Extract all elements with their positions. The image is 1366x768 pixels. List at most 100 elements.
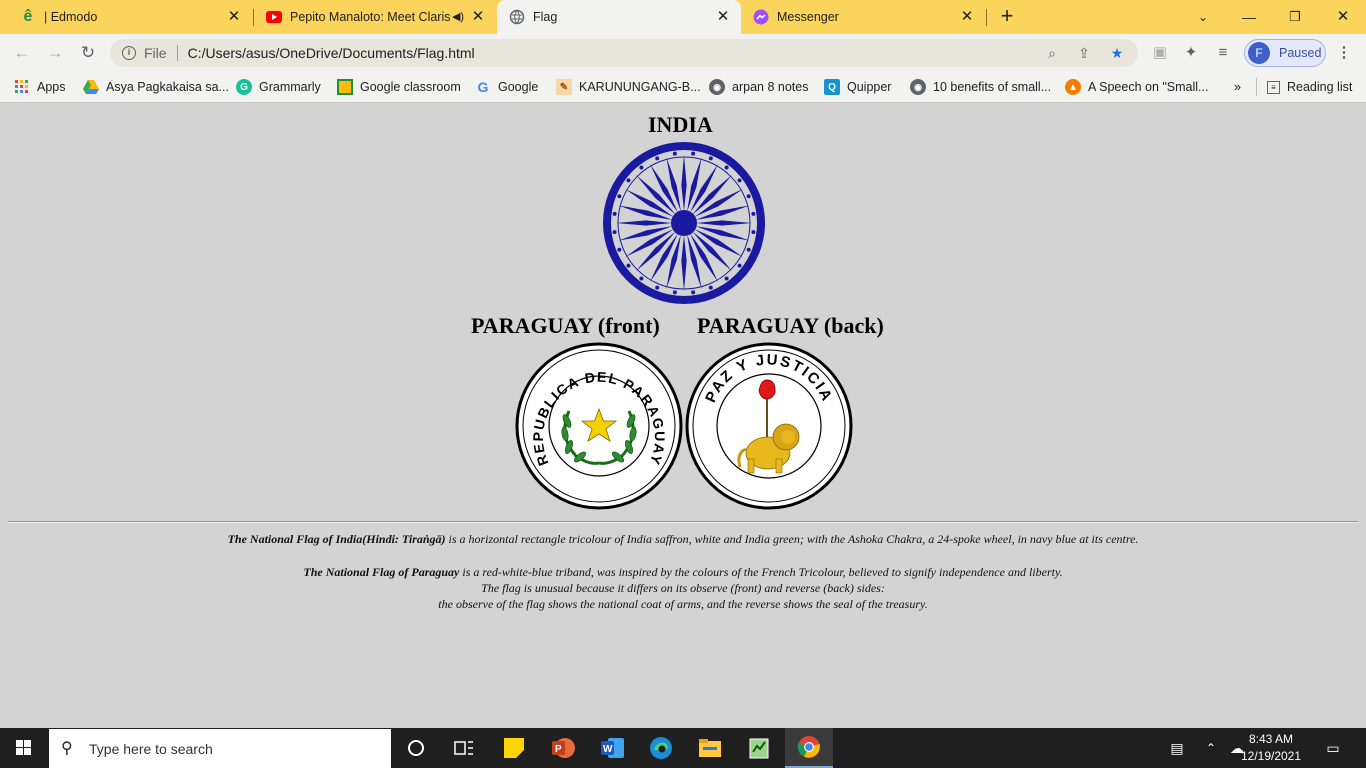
omnibox-divider [176, 45, 178, 61]
bookmarks-bar: Apps Asya Pagkakaisa sa... G Grammarly G… [0, 72, 1366, 103]
start-button[interactable] [0, 728, 48, 768]
paraguay-description-line3: the observe of the flag shows the nation… [438, 597, 928, 611]
bookmark-label: Google classroom [360, 80, 461, 94]
paraguay-front-seal-image: REPUBLICA DEL PARAGUAY [515, 342, 683, 510]
extensions-puzzle-icon[interactable]: ✦ [1182, 44, 1200, 62]
apps-grid-icon [14, 79, 30, 95]
clock-time: 8:43 AM [1248, 732, 1294, 746]
chrome-icon[interactable] [785, 728, 833, 768]
chakra-rim-dot [672, 151, 677, 156]
tab-title: Messenger [777, 10, 839, 24]
close-window-button[interactable]: ✕ [1328, 4, 1358, 30]
bookmark-page-icon: ✎ [556, 79, 572, 95]
tab-youtube[interactable]: Pepito Manaloto: Meet Claris ◀) ✕ [254, 0, 496, 34]
bookmark-karunungang[interactable]: ✎ KARUNUNGANG-B... [556, 78, 701, 96]
bookmark-arpan[interactable]: ◉ arpan 8 notes [709, 78, 808, 96]
new-tab-button[interactable]: + [996, 5, 1018, 28]
word-icon[interactable]: W [588, 728, 636, 768]
chakra-rim-dot [612, 230, 617, 235]
close-tab-icon[interactable]: ✕ [226, 9, 242, 25]
close-tab-icon[interactable]: ✕ [959, 9, 975, 25]
bookmarks-overflow-button[interactable]: » [1234, 78, 1241, 96]
paraguay-description-line2: The flag is unusual because it differs o… [481, 581, 885, 595]
india-description: The National Flag of India(Hindi: Tiraṅg… [0, 531, 1366, 547]
notepad-icon[interactable] [735, 728, 783, 768]
taskbar-search-box[interactable]: ⚲ Type here to search [49, 729, 391, 768]
media-control-icon[interactable]: ≡ [1214, 44, 1232, 62]
share-icon[interactable]: ⇪ [1076, 45, 1092, 61]
cortana-icon[interactable] [392, 728, 440, 768]
powerpoint-icon[interactable]: P [539, 728, 587, 768]
menu-kebab-icon[interactable]: ⋮ [1335, 44, 1353, 62]
system-clock[interactable]: 8:43 AM 12/19/2021 [1240, 731, 1302, 765]
chakra-spoke [696, 220, 752, 226]
tab-title: Flag [533, 10, 558, 24]
bookmark-label: KARUNUNGANG-B... [579, 80, 701, 94]
url-text[interactable]: C:/Users/asus/OneDrive/Documents/Flag.ht… [188, 45, 475, 61]
back-button[interactable]: ← [11, 42, 33, 64]
audio-playing-icon[interactable]: ◀) [450, 9, 466, 25]
restore-button[interactable]: ❐ [1280, 4, 1310, 30]
avatar: F [1248, 42, 1270, 64]
svg-text:P: P [555, 744, 562, 755]
bookmark-speech[interactable]: ▲ A Speech on "Small... [1065, 78, 1208, 96]
bookmark-classroom[interactable]: Google classroom [337, 78, 461, 96]
minimize-button[interactable]: — [1234, 4, 1264, 30]
notifications-icon[interactable]: ▭ [1318, 728, 1348, 768]
bookmark-grammarly[interactable]: G Grammarly [236, 78, 321, 96]
chakra-rim-dot [617, 194, 622, 199]
tab-flag[interactable]: Flag ✕ [497, 0, 741, 34]
globe-icon: ◉ [910, 79, 926, 95]
forward-button[interactable]: → [44, 42, 66, 64]
edmodo-icon: ê [23, 8, 33, 25]
chakra-rim-dot [751, 230, 756, 235]
tab-search-icon[interactable]: ⌄ [1188, 4, 1218, 30]
chakra-rim-dot [639, 165, 644, 170]
grammarly-icon: G [236, 79, 252, 95]
tab-messenger[interactable]: Messenger ✕ [741, 0, 985, 34]
address-bar[interactable]: i File C:/Users/asus/OneDrive/Documents/… [110, 39, 1138, 67]
chakra-rim-dot [655, 285, 660, 290]
profile-button[interactable]: F Paused [1244, 39, 1326, 67]
paraguay-back-seal-image: PAZ Y JUSTICIA [685, 342, 853, 510]
quipper-icon: Q [824, 79, 840, 95]
chakra-rim-dot [626, 263, 631, 268]
reading-list-label: Reading list [1287, 80, 1353, 94]
file-explorer-icon[interactable] [686, 728, 734, 768]
news-widget-icon[interactable]: ▤ [1160, 728, 1194, 768]
bookmark-label: 10 benefits of small... [933, 80, 1052, 94]
tab-edmodo[interactable]: ê | Edmodo ✕ [8, 0, 252, 34]
bookmark-star-icon[interactable]: ★ [1109, 45, 1125, 61]
chakra-spoke [681, 155, 687, 211]
close-tab-icon[interactable]: ✕ [715, 9, 731, 25]
messenger-icon [753, 9, 769, 25]
chakra-rim-dot [639, 276, 644, 281]
chakra-spoke [616, 220, 672, 226]
bookmark-apps[interactable]: Apps [14, 78, 66, 96]
chakra-rim-dot [655, 156, 660, 161]
search-placeholder: Type here to search [89, 740, 213, 757]
reading-list-button[interactable]: ≡ Reading list [1256, 78, 1352, 96]
bookmark-quipper[interactable]: Q Quipper [824, 78, 891, 96]
bookmark-label: A Speech on "Small... [1088, 80, 1209, 94]
chakra-rim-dot [746, 247, 751, 252]
info-icon[interactable]: i [122, 46, 136, 60]
edge-icon[interactable] [637, 728, 685, 768]
extension-icon[interactable]: ▣ [1151, 44, 1169, 62]
reload-button[interactable]: ↻ [77, 42, 99, 64]
youtube-icon [266, 9, 282, 25]
bookmark-label: Quipper [847, 80, 892, 94]
chakra-rim-dot [708, 285, 713, 290]
globe-icon: ◉ [709, 79, 725, 95]
sticky-notes-icon[interactable] [490, 728, 538, 768]
bookmark-google[interactable]: G Google [475, 78, 539, 96]
close-tab-icon[interactable]: ✕ [470, 9, 486, 25]
bookmark-asya[interactable]: Asya Pagkakaisa sa... [83, 78, 229, 96]
show-hidden-icons-icon[interactable]: ⌃ [1200, 728, 1222, 768]
task-view-icon[interactable] [440, 728, 488, 768]
chakra-rim-dot [617, 247, 622, 252]
bookmark-benefits[interactable]: ◉ 10 benefits of small... [910, 78, 1051, 96]
zoom-icon[interactable]: ⌕ [1044, 45, 1060, 61]
india-heading: INDIA [648, 112, 713, 137]
paraguay-desc-bold: The National Flag of Paraguay [303, 565, 460, 579]
